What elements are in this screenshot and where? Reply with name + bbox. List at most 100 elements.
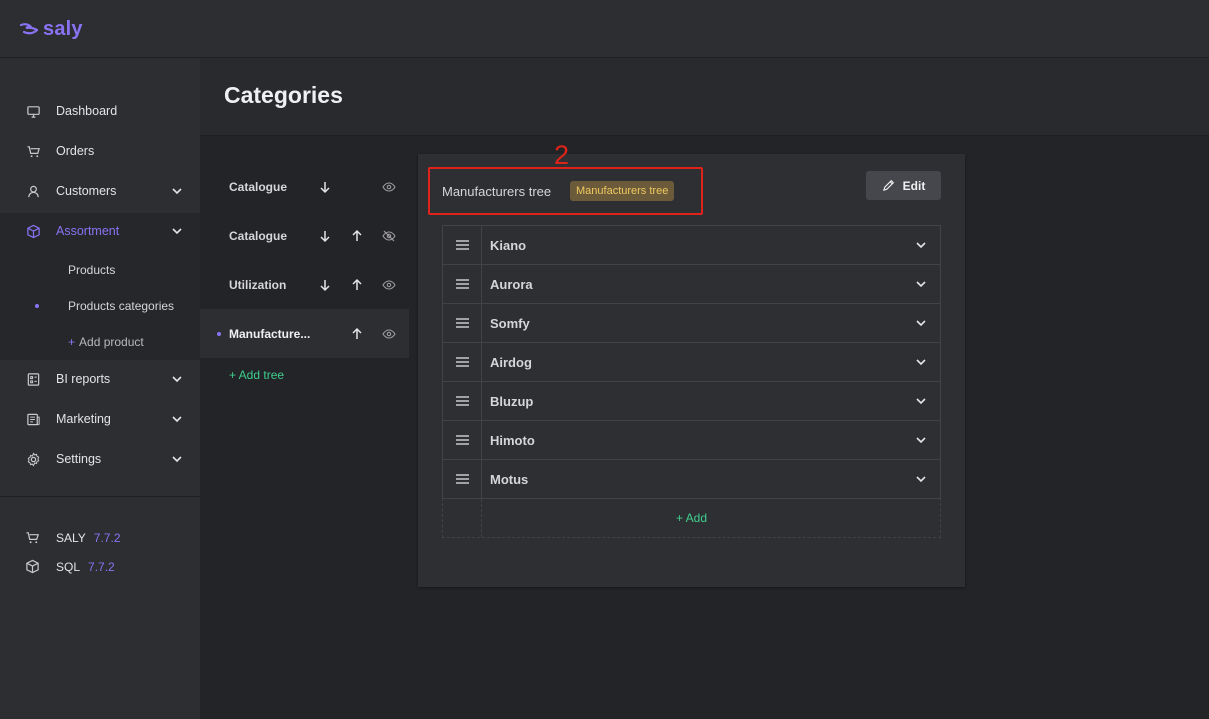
sidebar-item-assortment[interactable]: Assortment: [0, 211, 200, 251]
add-category-label: + Add: [675, 511, 708, 525]
list-item-label: Bluzup: [490, 393, 534, 409]
sidebar-subitem-products-categories[interactable]: Products categories: [68, 299, 174, 313]
arrow-up-icon[interactable]: [350, 327, 364, 341]
tree-detail-panel: 2 Manufacturers tree Manufacturers tree …: [418, 140, 965, 587]
arrow-down-icon[interactable]: [318, 278, 332, 292]
sidebar-subitem-products[interactable]: Products: [68, 263, 115, 277]
drag-handle-icon[interactable]: [443, 460, 482, 498]
category-list: Kiano Aurora Somfy Airdog Bluzup Himoto: [442, 225, 941, 538]
edit-button-label: Edit: [902, 178, 926, 193]
monitor-icon: [25, 103, 41, 119]
list-item-label: Somfy: [490, 315, 530, 331]
active-indicator-dot: [35, 304, 39, 308]
list-item-label: Motus: [490, 471, 529, 487]
sidebar-item-dashboard[interactable]: Dashboard: [0, 91, 200, 131]
list-item[interactable]: Somfy: [442, 303, 941, 342]
chevron-down-icon[interactable]: [914, 316, 928, 330]
plus-sign: +: [68, 335, 76, 349]
chevron-down-icon: [172, 188, 182, 195]
version-sql: SQL 7.7.2: [0, 557, 200, 577]
list-item-label: Kiano: [490, 237, 527, 253]
sidebar-item-label: Assortment: [56, 224, 120, 238]
list-item[interactable]: Kiano: [442, 225, 941, 264]
chevron-down-icon[interactable]: [914, 355, 928, 369]
chevron-down-icon: [172, 376, 182, 383]
chevron-down-icon[interactable]: [914, 394, 928, 408]
saly-logo[interactable]: saly: [20, 18, 83, 40]
sidebar-item-label: Customers: [56, 184, 117, 198]
drag-handle-icon[interactable]: [443, 265, 482, 303]
drag-handle-icon[interactable]: [443, 304, 482, 342]
version-number: 7.7.2: [88, 560, 115, 574]
annotation-number: 2: [554, 140, 570, 170]
add-category-button[interactable]: + Add: [442, 498, 941, 538]
eye-icon[interactable]: [382, 180, 396, 194]
selected-indicator-dot: [217, 331, 221, 336]
eye-off-icon[interactable]: [382, 229, 396, 243]
tree-item-manufacturers[interactable]: Manufacture...: [200, 309, 409, 358]
edit-button[interactable]: Edit: [866, 171, 941, 200]
box-icon: [25, 223, 41, 239]
chevron-down-icon[interactable]: [914, 277, 928, 291]
version-label: SQL 7.7.2: [56, 560, 115, 574]
gear-icon: [25, 451, 41, 467]
page-title: Categories: [224, 82, 343, 108]
add-tree-button[interactable]: + Add tree: [229, 368, 284, 382]
top-bar: saly: [0, 0, 1209, 58]
sidebar-item-settings[interactable]: Settings: [0, 439, 200, 479]
arrow-up-icon[interactable]: [350, 278, 364, 292]
drag-handle-icon[interactable]: [443, 343, 482, 381]
tree-name: Utilization: [229, 277, 287, 292]
sidebar-item-customers[interactable]: Customers: [0, 171, 200, 211]
cart-icon: [25, 530, 41, 546]
sidebar-item-orders[interactable]: Orders: [0, 131, 200, 171]
newspaper-icon: [25, 411, 41, 427]
drag-handle-icon[interactable]: [443, 421, 482, 459]
chevron-down-icon[interactable]: [914, 433, 928, 447]
eye-icon[interactable]: [382, 327, 396, 341]
add-product-link[interactable]: + Add product: [68, 335, 144, 349]
list-item-label: Aurora: [490, 276, 533, 292]
sidebar-item-marketing[interactable]: Marketing: [0, 399, 200, 439]
sidebar: Dashboard Orders Customers Assortment Pr…: [0, 58, 200, 719]
box-icon: [25, 559, 41, 575]
version-number: 7.7.2: [93, 531, 121, 545]
pencil-icon: [882, 179, 894, 191]
sidebar-item-label: Settings: [56, 452, 102, 466]
drag-handle-icon[interactable]: [443, 226, 482, 264]
list-item[interactable]: Motus: [442, 459, 941, 498]
add-product-label: Add product: [79, 335, 144, 349]
sidebar-item-label: BI reports: [56, 372, 111, 386]
tree-type-badge: Manufacturers tree: [570, 181, 675, 201]
drag-handle-icon[interactable]: [443, 382, 482, 420]
version-label: SALY 7.7.2: [56, 531, 121, 545]
tree-item-utilization[interactable]: Utilization: [200, 260, 409, 309]
sidebar-item-label: Dashboard: [56, 104, 118, 118]
user-icon: [25, 183, 41, 199]
list-item[interactable]: Aurora: [442, 264, 941, 303]
list-item-label: Airdog: [490, 354, 532, 370]
tree-item-catalogue[interactable]: Catalogue: [200, 162, 409, 211]
chevron-down-icon[interactable]: [914, 238, 928, 252]
chevron-down-icon[interactable]: [914, 472, 928, 486]
list-item[interactable]: Himoto: [442, 420, 941, 459]
logo-text: saly: [43, 17, 83, 40]
list-item[interactable]: Airdog: [442, 342, 941, 381]
report-icon: [25, 371, 41, 387]
arrow-up-icon[interactable]: [350, 229, 364, 243]
arrow-down-icon[interactable]: [318, 180, 332, 194]
version-saly: SALY 7.7.2: [0, 528, 200, 548]
panel-title: Manufacturers tree: [442, 184, 552, 199]
eye-icon[interactable]: [382, 278, 396, 292]
chevron-down-icon: [172, 416, 182, 423]
list-item-label: Himoto: [490, 432, 535, 448]
sidebar-item-label: Orders: [56, 144, 95, 158]
sidebar-item-bi-reports[interactable]: BI reports: [0, 359, 200, 399]
version-name: SALY: [56, 531, 86, 545]
arrow-down-icon[interactable]: [318, 229, 332, 243]
chevron-down-icon: [172, 456, 182, 463]
sidebar-divider: [0, 496, 200, 497]
cart-icon: [25, 143, 41, 159]
tree-item-catalogue-2[interactable]: Catalogue: [200, 211, 409, 260]
list-item[interactable]: Bluzup: [442, 381, 941, 420]
